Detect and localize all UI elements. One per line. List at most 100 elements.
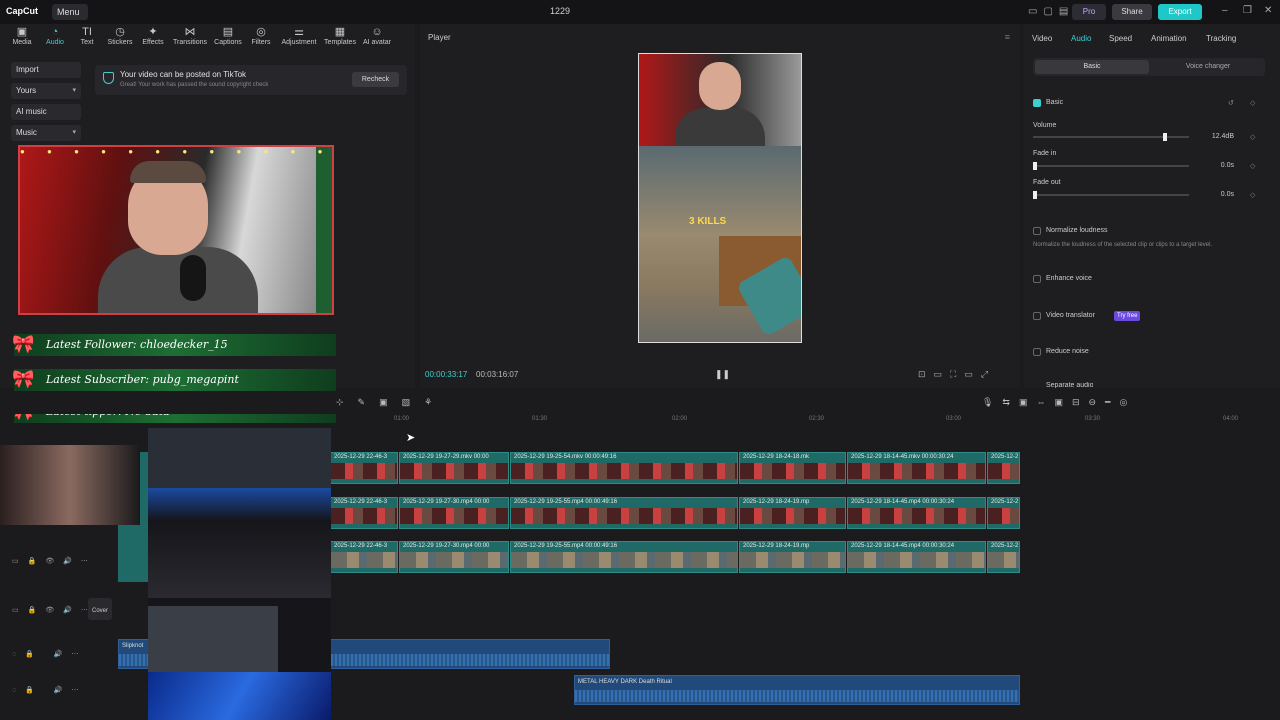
clip-thumbnails (400, 463, 508, 479)
pause-icon[interactable]: ❚❚ (715, 369, 730, 380)
transitions-icon: ⋈ (184, 26, 196, 38)
tab-speed[interactable]: Speed (1109, 34, 1132, 43)
translator-checkbox[interactable] (1033, 312, 1041, 320)
clip-label: 2025-12-29 18-14-45.mp4 00:00:30:24 (851, 543, 955, 549)
player-title: Player (428, 33, 451, 42)
nav-yours[interactable]: Yours ▾ (11, 83, 81, 99)
video-clip[interactable]: 2025-12-29 22-46-3 (330, 541, 398, 573)
volume-knob[interactable] (1163, 133, 1167, 141)
timeline-view-icons[interactable]: 🎙⇆▣⇔▣⊟⊖━◎ (982, 397, 1136, 408)
video-clip[interactable]: 2025-12-29 18-14-45.mkv 00:00:30:24 (847, 452, 986, 484)
fade-out-slider[interactable] (1033, 191, 1189, 199)
tool-stickers[interactable]: ◷ Stickers (105, 26, 135, 46)
fade-out-knob[interactable] (1033, 191, 1037, 199)
nav-label: Yours (16, 86, 37, 95)
volume-slider[interactable] (1033, 133, 1189, 141)
track-controls[interactable]: ◌🔒 🔊⋯ (12, 650, 88, 658)
settings-window (148, 488, 331, 598)
tool-media[interactable]: ▣ Media (9, 26, 35, 46)
video-clip[interactable]: 2025-12-29 19-25-54.mkv 00:00:49:16 (510, 452, 738, 484)
minimize-icon[interactable]: – (1222, 5, 1228, 16)
video-clip[interactable]: 2025-12-29 18-24-19.mp (739, 541, 846, 573)
video-clip[interactable]: 2025-12-2 (987, 541, 1020, 573)
track-controls[interactable]: ▭🔒👁🔊⋯ (12, 606, 97, 614)
reset-icon[interactable]: ↺ (1228, 99, 1234, 107)
total-time: 00:03:16:07 (476, 370, 519, 379)
latest-follower: Latest Follower: chloedecker_15 (46, 338, 228, 351)
layout-icons[interactable]: ▭▢▤ (1028, 6, 1074, 17)
nav-import[interactable]: Import (11, 62, 81, 78)
tool-text[interactable]: TI Text (76, 26, 98, 46)
video-clip[interactable]: 2025-12-29 19-25-55.mp4 00:00:49:16 (510, 541, 738, 573)
fade-in-knob[interactable] (1033, 162, 1037, 170)
hamburger-icon[interactable]: ≡ (1005, 32, 1010, 42)
tool-ai-avatar[interactable]: ☺ AI avatar (361, 26, 393, 46)
video-clip[interactable]: 2025-12-29 18-14-45.mp4 00:00:30:24 (847, 497, 986, 529)
close-icon[interactable]: ✕ (1264, 5, 1272, 16)
track-controls[interactable]: ▭🔒👁🔊⋯ (12, 557, 97, 565)
video-clip[interactable]: 2025-12-29 19-25-55.mp4 00:00:49:16 (510, 497, 738, 529)
keyframe-icon[interactable]: ◇ (1250, 162, 1255, 170)
volume-value[interactable]: 12.4dB (1192, 133, 1234, 140)
video-clip[interactable]: 2025-12-29 19-27-30.mp4 00:00 (399, 497, 509, 529)
video-clip[interactable]: 2025-12-29 19-27-29.mkv 00:00 (399, 452, 509, 484)
nav-ai-music[interactable]: AI music (11, 104, 81, 120)
adjustment-icon: ⚌ (294, 26, 304, 38)
tab-video[interactable]: Video (1032, 34, 1052, 43)
clip-thumbnails (511, 463, 737, 479)
video-clip[interactable]: 2025-12-29 18-24-18.mk (739, 452, 846, 484)
video-clip[interactable]: 2025-12-29 18-14-45.mp4 00:00:30:24 (847, 541, 986, 573)
time-ruler[interactable]: 01:00 01:30 02:00 02:30 03:00 03:30 04:0… (330, 414, 1280, 428)
basic-checkbox[interactable] (1033, 99, 1041, 107)
tab-tracking[interactable]: Tracking (1206, 34, 1236, 43)
video-clip[interactable]: 2025-12-29 22-46-3 (330, 452, 398, 484)
ruler-tick: 03:30 (1085, 416, 1101, 422)
enhance-checkbox[interactable] (1033, 275, 1041, 283)
cover-button[interactable]: Cover (88, 598, 112, 620)
video-clip[interactable]: 2025-12-2 (987, 452, 1020, 484)
normalize-description: Normalize the loudness of the selected c… (1033, 242, 1213, 248)
fade-in-value[interactable]: 0.0s (1192, 162, 1234, 169)
seg-voice-changer[interactable]: Voice changer (1151, 60, 1265, 74)
video-clip[interactable]: 2025-12-29 22-46-3 (330, 497, 398, 529)
nav-music[interactable]: Music ▾ (11, 125, 81, 141)
video-preview[interactable]: 3 KILLS (638, 53, 802, 343)
player-view-icons[interactable]: ⊡▭⛶▭⤢ (918, 369, 996, 380)
video-clip[interactable]: 2025-12-29 19-27-30.mp4 00:00 (399, 541, 509, 573)
tool-effects[interactable]: ✦ Effects (140, 26, 166, 46)
video-clip[interactable]: 2025-12-2 (987, 497, 1020, 529)
frame-ribbon (316, 147, 332, 313)
seg-basic[interactable]: Basic (1035, 60, 1149, 74)
tab-animation[interactable]: Animation (1151, 34, 1187, 43)
reduce-noise-checkbox[interactable] (1033, 348, 1041, 356)
tool-filters[interactable]: ◎ Filters (249, 26, 273, 46)
try-free-badge[interactable]: Try free (1114, 311, 1141, 321)
recheck-button[interactable]: Recheck (352, 72, 399, 87)
tab-audio[interactable]: Audio (1071, 34, 1091, 43)
fade-out-value[interactable]: 0.0s (1192, 191, 1234, 198)
video-clip[interactable]: 2025-12-29 18-24-19.mp (739, 497, 846, 529)
tool-audio[interactable]: ◔ Audio (42, 26, 68, 46)
translator-label: Video translator (1046, 312, 1095, 319)
pro-button[interactable]: Pro (1072, 4, 1106, 20)
maximize-icon[interactable]: ❐ (1243, 5, 1252, 16)
tool-transitions[interactable]: ⋈ Transitions (171, 26, 209, 46)
timeline-edit-icons[interactable]: ⊹✎▣▧⚘ (336, 397, 446, 408)
share-button[interactable]: Share (1112, 4, 1152, 20)
track-controls[interactable]: ◌🔒 🔊⋯ (12, 686, 88, 694)
clip-thumbnails (740, 508, 845, 524)
tool-adjustment[interactable]: ⚌ Adjustment (279, 26, 319, 46)
menu-button[interactable]: Menu (52, 4, 88, 20)
keyframe-icon[interactable]: ◇ (1250, 133, 1255, 141)
export-label: Export (1168, 7, 1192, 16)
tool-captions[interactable]: ▤ Captions (212, 26, 244, 46)
audio-clip-metal[interactable]: METAL HEAVY DARK Death Ritual (574, 675, 1020, 705)
clip-label: 2025-12-29 18-24-18.mk (743, 454, 810, 460)
audio-clip-label: Slipknot (122, 643, 144, 649)
keyframe-icon[interactable]: ◇ (1250, 99, 1255, 107)
fade-in-slider[interactable] (1033, 162, 1189, 170)
normalize-checkbox[interactable] (1033, 227, 1041, 235)
export-button[interactable]: Export (1158, 4, 1202, 20)
keyframe-icon[interactable]: ◇ (1250, 191, 1255, 199)
tool-templates[interactable]: ▦ Templates (323, 26, 357, 46)
